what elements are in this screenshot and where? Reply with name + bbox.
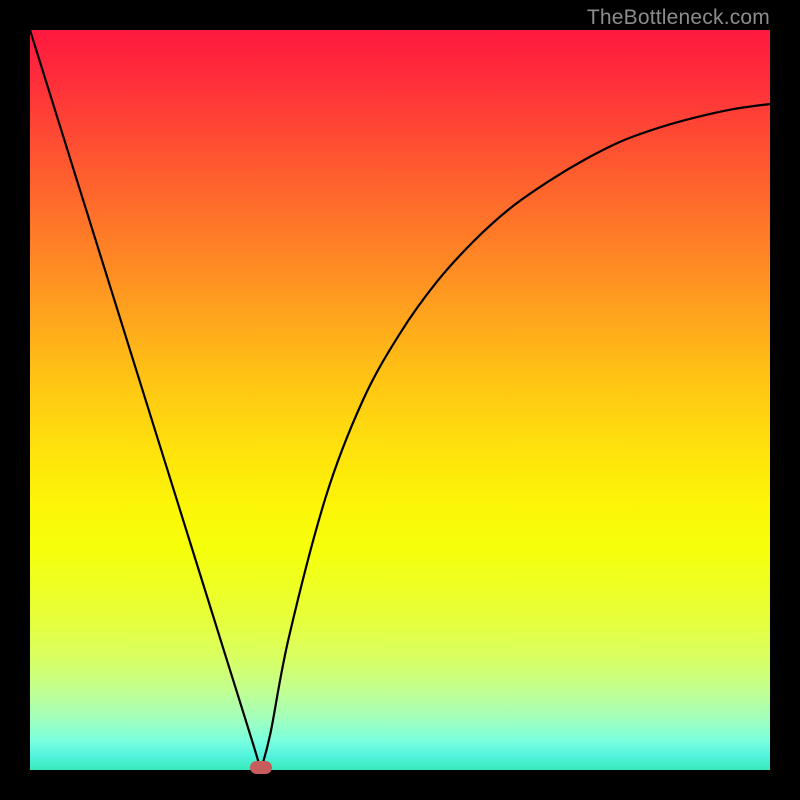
curve-svg xyxy=(30,30,770,770)
watermark-text: TheBottleneck.com xyxy=(587,6,770,30)
bottleneck-curve xyxy=(30,30,770,770)
optimal-point-marker xyxy=(250,761,272,774)
